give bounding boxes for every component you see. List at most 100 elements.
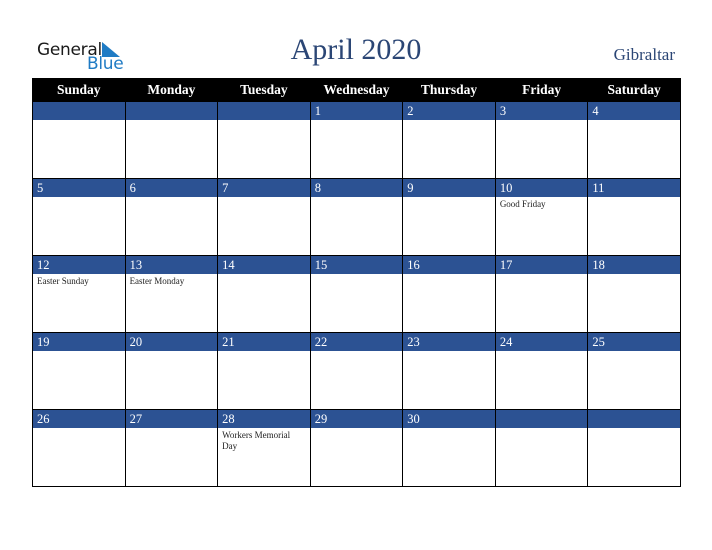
holiday-label	[496, 351, 588, 353]
holiday-label	[403, 428, 495, 430]
holiday-label	[311, 351, 403, 353]
day-cell[interactable]	[587, 409, 681, 487]
day-number: 15	[310, 256, 403, 274]
day-cell[interactable]: 2	[402, 101, 496, 179]
holiday-label	[311, 428, 403, 430]
day-cell[interactable]: 12 Easter Sunday	[32, 255, 126, 333]
holiday-label	[311, 120, 403, 122]
day-cell[interactable]: 27	[124, 409, 219, 487]
holiday-label	[403, 351, 495, 353]
day-number: 22	[310, 333, 403, 351]
day-number: 29	[310, 410, 403, 428]
holiday-label	[126, 120, 218, 122]
weekday-saturday: Saturday	[587, 78, 681, 102]
week-row: 1234	[32, 101, 681, 179]
day-number: 21	[218, 333, 310, 351]
weekday-friday: Friday	[494, 78, 589, 102]
holiday-label	[588, 351, 680, 353]
holiday-label: Good Friday	[499, 199, 546, 209]
weekday-monday: Monday	[124, 78, 219, 102]
day-number: 26	[33, 410, 125, 428]
day-cell[interactable]: 26	[32, 409, 126, 487]
day-cell[interactable]: 23	[402, 332, 496, 410]
day-cell[interactable]: 17	[494, 255, 589, 333]
week-row: 19 20 21 22 23 24 25	[32, 332, 681, 410]
day-cell[interactable]: 6	[124, 178, 219, 256]
day-number: 4	[588, 102, 680, 120]
day-cell[interactable]	[494, 409, 589, 487]
day-number: 25	[588, 333, 680, 351]
holiday-label	[33, 197, 125, 199]
day-cell[interactable]: 29	[309, 409, 404, 487]
day-number: 6	[125, 179, 218, 197]
day-number: 19	[33, 333, 125, 351]
day-number: 18	[588, 256, 680, 274]
holiday-label	[496, 274, 588, 276]
holiday-label: Easter Sunday	[37, 276, 89, 286]
day-number: 1	[310, 102, 403, 120]
day-number: 28	[218, 410, 310, 428]
day-cell[interactable]: 30	[402, 409, 496, 487]
day-cell[interactable]: 3	[494, 101, 589, 179]
day-number: 23	[403, 333, 495, 351]
day-cell[interactable]: 20	[124, 332, 219, 410]
weekday-sunday: Sunday	[32, 78, 126, 102]
day-cell[interactable]: 1	[309, 101, 404, 179]
day-cell[interactable]: 13 Easter Monday	[124, 255, 219, 333]
holiday-label: Workers Memorial Day	[222, 430, 291, 451]
day-cell[interactable]: 19	[32, 332, 126, 410]
holiday-label	[588, 197, 680, 199]
day-number	[588, 410, 680, 428]
holiday-label	[403, 274, 495, 276]
week-row: 5 6 7 8 9 10 Good Friday 11	[32, 178, 681, 256]
day-cell[interactable]: 22	[309, 332, 404, 410]
day-cell[interactable]: 11	[587, 178, 681, 256]
day-number: 5	[33, 179, 125, 197]
day-cell[interactable]: 16	[402, 255, 496, 333]
day-number: 24	[495, 333, 588, 351]
day-cell[interactable]	[217, 101, 311, 179]
country-label: Gibraltar	[613, 45, 675, 64]
day-cell[interactable]	[32, 101, 126, 179]
day-cell[interactable]: 15	[309, 255, 404, 333]
day-cell[interactable]: 10 Good Friday	[494, 178, 589, 256]
day-number	[33, 102, 125, 120]
day-number: 3	[495, 102, 588, 120]
day-cell[interactable]: 8	[309, 178, 404, 256]
day-cell[interactable]: 24	[494, 332, 589, 410]
holiday-label	[588, 428, 680, 430]
holiday-label: Easter Monday	[129, 276, 185, 286]
weekday-wednesday: Wednesday	[309, 78, 404, 102]
day-cell[interactable]: 25	[587, 332, 681, 410]
day-number: 30	[403, 410, 495, 428]
day-cell[interactable]: 7	[217, 178, 311, 256]
day-number: 11	[588, 179, 680, 197]
holiday-label	[311, 197, 403, 199]
weekday-tuesday: Tuesday	[217, 78, 311, 102]
holiday-label	[218, 197, 310, 199]
calendar-title: April 2020	[290, 33, 422, 66]
day-number	[218, 102, 310, 120]
week-row: 26 27 28 Workers Memorial Day 29 30	[32, 409, 681, 487]
day-number: 13	[125, 256, 218, 274]
holiday-label	[496, 428, 588, 430]
day-number: 27	[125, 410, 218, 428]
holiday-label	[218, 351, 310, 353]
day-number	[495, 410, 588, 428]
day-cell[interactable]: 18	[587, 255, 681, 333]
holiday-label	[403, 120, 495, 122]
day-cell[interactable]	[124, 101, 219, 179]
day-cell[interactable]: 14	[217, 255, 311, 333]
day-number: 7	[218, 179, 310, 197]
day-cell[interactable]: 5	[32, 178, 126, 256]
holiday-label	[588, 274, 680, 276]
holiday-label	[126, 351, 218, 353]
holiday-label	[126, 428, 218, 430]
holiday-label	[218, 274, 310, 276]
day-number: 9	[403, 179, 495, 197]
day-cell[interactable]: 28 Workers Memorial Day	[217, 409, 311, 487]
day-cell[interactable]: 4	[587, 101, 681, 179]
holiday-label	[218, 120, 310, 122]
day-cell[interactable]: 9	[402, 178, 496, 256]
day-cell[interactable]: 21	[217, 332, 311, 410]
